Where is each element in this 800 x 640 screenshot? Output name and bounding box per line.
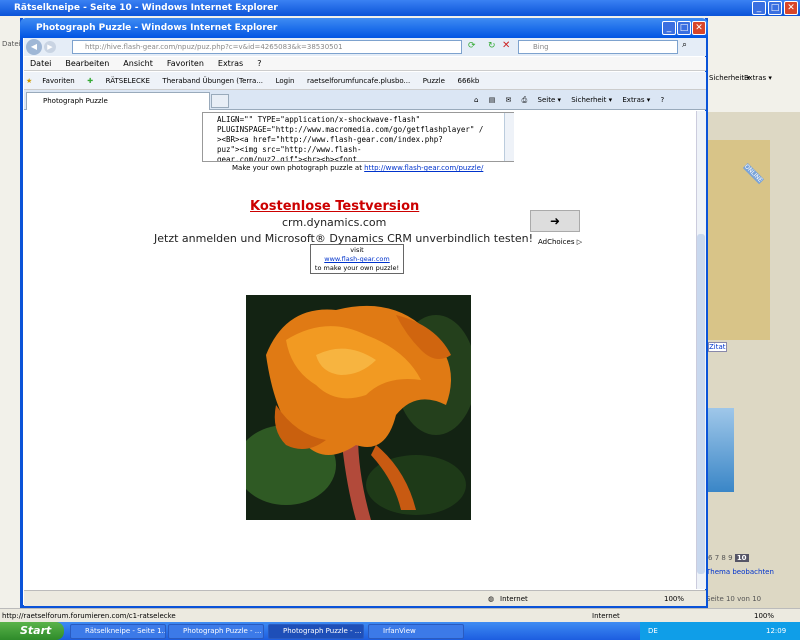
fav-raetselecke[interactable]: RÄTSELECKE — [106, 77, 150, 85]
minimize-icon[interactable]: _ — [662, 21, 676, 35]
status-url: http://raetselforum.forumieren.com/c1-ra… — [2, 612, 176, 620]
quote-button[interactable]: Zitat — [708, 342, 727, 352]
bg-menu-fragment[interactable]: Datei — [2, 40, 21, 48]
system-tray: DE 12:09 — [640, 622, 800, 640]
page-8[interactable]: 8 — [721, 554, 725, 562]
make-own-text: Make your own photograph puzzle at — [232, 164, 365, 172]
page-6[interactable]: 6 — [708, 554, 712, 562]
favorites-star-icon: ★ — [26, 77, 33, 85]
ad-choices-label[interactable]: AdChoices — [538, 238, 574, 246]
fav-666kb[interactable]: 666kb — [457, 77, 479, 85]
mail-icon[interactable]: ✉ — [506, 96, 512, 104]
ad-arrow-button[interactable]: ➜ — [530, 210, 580, 232]
home-icon[interactable]: ⌂ — [474, 96, 478, 104]
cmd-extras[interactable]: Extras ▾ — [622, 96, 650, 104]
command-bar: ⌂ ▤ ✉ ⎙ Seite ▾ Sicherheit ▾ Extras ▾ ? — [474, 92, 704, 108]
task-photograph-puzzle-2[interactable]: Photograph Puzzle - ... — [268, 624, 364, 639]
task-photograph-puzzle-1[interactable]: Photograph Puzzle - ... — [168, 624, 264, 639]
back-icon[interactable]: ◀ — [26, 39, 42, 55]
embed-code-textarea[interactable]: ALIGN="" TYPE="application/x-shockwave-f… — [202, 112, 514, 162]
close-icon[interactable]: ✕ — [692, 21, 706, 35]
forward-icon[interactable]: ▶ — [44, 41, 56, 53]
bg-status-zone: Internet — [592, 612, 620, 620]
bg-menu-extras[interactable]: Extras ▾ — [744, 74, 772, 82]
task-irfanview[interactable]: IrfanView — [368, 624, 464, 639]
status-bar: ◍ Internet 100% — [24, 590, 706, 606]
menu-bearbeiten[interactable]: Bearbeiten — [65, 59, 109, 68]
print-icon[interactable]: ⎙ — [522, 96, 528, 104]
globe-icon: ◍ — [488, 595, 495, 603]
clock[interactable]: 12:09 — [766, 622, 786, 640]
make-own-line: Make your own photograph puzzle at http:… — [232, 164, 483, 172]
background-forum-panel — [708, 140, 770, 340]
ad-choices[interactable]: AdChoices ▷ — [538, 238, 582, 246]
pagination: 6 7 8 9 10 — [708, 554, 749, 562]
background-window-title: Rätselkneipe - Seite 10 - Windows Intern… — [0, 0, 800, 16]
fav-theraband[interactable]: Theraband Übungen (Terra... — [162, 77, 263, 85]
visit-label: visit — [350, 246, 364, 254]
start-button[interactable]: Start — [0, 622, 64, 640]
refresh-icon[interactable]: ⟳ — [468, 41, 476, 51]
background-image — [708, 408, 734, 492]
menu-ansicht[interactable]: Ansicht — [123, 59, 153, 68]
compat-icon[interactable]: ↻ — [488, 41, 496, 51]
search-input[interactable]: Bing — [518, 40, 678, 54]
favorites-button[interactable]: Favoriten — [42, 77, 74, 85]
ad-title[interactable]: Kostenlose Testversion — [250, 199, 419, 214]
feeds-icon[interactable]: ▤ — [489, 96, 496, 104]
scrollbar-thumb[interactable] — [697, 234, 705, 574]
page-7[interactable]: 7 — [715, 554, 719, 562]
address-input[interactable]: http://hive.flash-gear.com/npuz/puz.php?… — [72, 40, 462, 54]
cmd-security[interactable]: Sicherheit ▾ — [571, 96, 612, 104]
bg-minimize-icon[interactable]: _ — [752, 1, 766, 15]
menu-datei[interactable]: Datei — [30, 59, 51, 68]
help-icon[interactable]: ? — [660, 96, 664, 104]
fav-puzzle[interactable]: Puzzle — [423, 77, 445, 85]
bg-close-icon[interactable]: ✕ — [784, 1, 798, 15]
cmd-page[interactable]: Seite ▾ — [538, 96, 562, 104]
menu-favoriten[interactable]: Favoriten — [167, 59, 204, 68]
favorites-bar: ★ Favoriten ✚ RÄTSELECKE Theraband Übunge… — [24, 72, 706, 90]
stop-icon[interactable]: ✕ — [502, 40, 510, 51]
menu-extras[interactable]: Extras — [218, 59, 243, 68]
bg-status-zoom[interactable]: 100% — [754, 609, 774, 623]
puzzle-photo-flower[interactable] — [246, 295, 471, 520]
watch-topic-link[interactable]: Thema beobachten — [706, 568, 774, 576]
fav-raetselforum[interactable]: raetselforumfuncafe.plusbo... — [307, 77, 410, 85]
ad-domain[interactable]: crm.dynamics.com — [282, 216, 386, 229]
new-tab-button[interactable] — [211, 94, 229, 108]
search-icon[interactable]: ⌕ — [682, 40, 687, 50]
window-title: Photograph Puzzle - Windows Internet Exp… — [20, 18, 708, 38]
visit-suffix: to make your own puzzle! — [314, 264, 400, 272]
bg-maximize-icon[interactable]: □ — [768, 1, 782, 15]
code-scrollbar[interactable] — [504, 113, 514, 161]
fav-login[interactable]: Login — [276, 77, 295, 85]
status-zone: Internet — [500, 595, 528, 603]
tab-photograph-puzzle[interactable]: Photograph Puzzle — [26, 92, 210, 110]
status-zoom[interactable]: 100% — [664, 591, 684, 607]
language-indicator[interactable]: DE — [648, 627, 658, 635]
maximize-icon[interactable]: □ — [677, 21, 691, 35]
visit-link[interactable]: www.flash-gear.com — [311, 255, 403, 264]
menu-bar: Datei Bearbeiten Ansicht Favoriten Extras? — [24, 57, 706, 71]
visit-flash-gear-box[interactable]: visit www.flash-gear.com to make your ow… — [310, 244, 404, 274]
background-status-bar: http://raetselforum.forumieren.com/c1-ra… — [0, 608, 800, 622]
page-10[interactable]: 10 — [734, 554, 749, 562]
make-own-link[interactable]: http://www.flash-gear.com/puzzle/ — [364, 164, 483, 172]
page-info: Seite 10 von 10 — [706, 595, 762, 603]
add-favorite-icon[interactable]: ✚ — [87, 77, 93, 85]
menu-help[interactable]: ? — [257, 59, 261, 68]
flower-image — [246, 295, 471, 520]
page-9[interactable]: 9 — [728, 554, 732, 562]
task-raetselkneipe[interactable]: Rätselkneipe - Seite 1... — [70, 624, 166, 639]
